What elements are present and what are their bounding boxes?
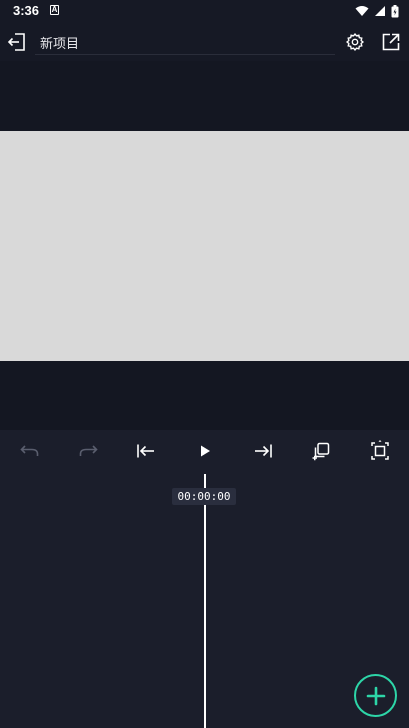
battery-icon xyxy=(391,4,399,17)
status-icons xyxy=(355,4,399,18)
undo-button[interactable] xyxy=(17,439,43,463)
skip-to-start-icon xyxy=(137,444,154,458)
wifi-icon xyxy=(355,6,369,16)
fit-frame-button[interactable] xyxy=(367,439,393,463)
share-external-icon xyxy=(382,33,400,51)
fit-frame-icon xyxy=(371,440,389,460)
a-icon: A xyxy=(50,5,59,15)
add-media-button[interactable] xyxy=(354,674,397,717)
export-button[interactable] xyxy=(379,30,403,54)
status-bar: 3:36 A xyxy=(0,0,409,23)
app-screen: 3:36 A 新项目 00:00:00 xyxy=(0,0,409,728)
settings-button[interactable] xyxy=(343,30,367,54)
top-toolbar: 新项目 xyxy=(0,23,409,61)
playhead[interactable] xyxy=(204,474,206,728)
signal-icon xyxy=(375,6,385,16)
redo-button[interactable] xyxy=(75,439,101,463)
play-button[interactable] xyxy=(192,439,218,463)
undo-icon xyxy=(20,445,39,456)
exit-icon xyxy=(7,33,25,51)
timecode-label: 00:00:00 xyxy=(172,488,236,505)
play-icon xyxy=(201,445,210,457)
skip-to-start-button[interactable] xyxy=(133,439,159,463)
project-title: 新项目 xyxy=(40,37,80,52)
playback-controls xyxy=(0,430,409,472)
project-title-field[interactable]: 新项目 xyxy=(35,29,335,55)
exit-button[interactable] xyxy=(6,31,28,53)
redo-icon xyxy=(79,445,98,456)
status-time: 3:36 xyxy=(13,3,40,18)
timeline[interactable]: 00:00:00 xyxy=(0,472,409,728)
skip-to-end-icon xyxy=(255,444,272,458)
preview-area xyxy=(0,61,409,430)
plus-icon xyxy=(366,686,385,705)
video-canvas[interactable] xyxy=(0,131,409,361)
skip-to-end-button[interactable] xyxy=(250,439,276,463)
duplicate-icon xyxy=(312,442,330,461)
gear-icon xyxy=(345,32,365,52)
duplicate-button[interactable] xyxy=(308,439,334,463)
